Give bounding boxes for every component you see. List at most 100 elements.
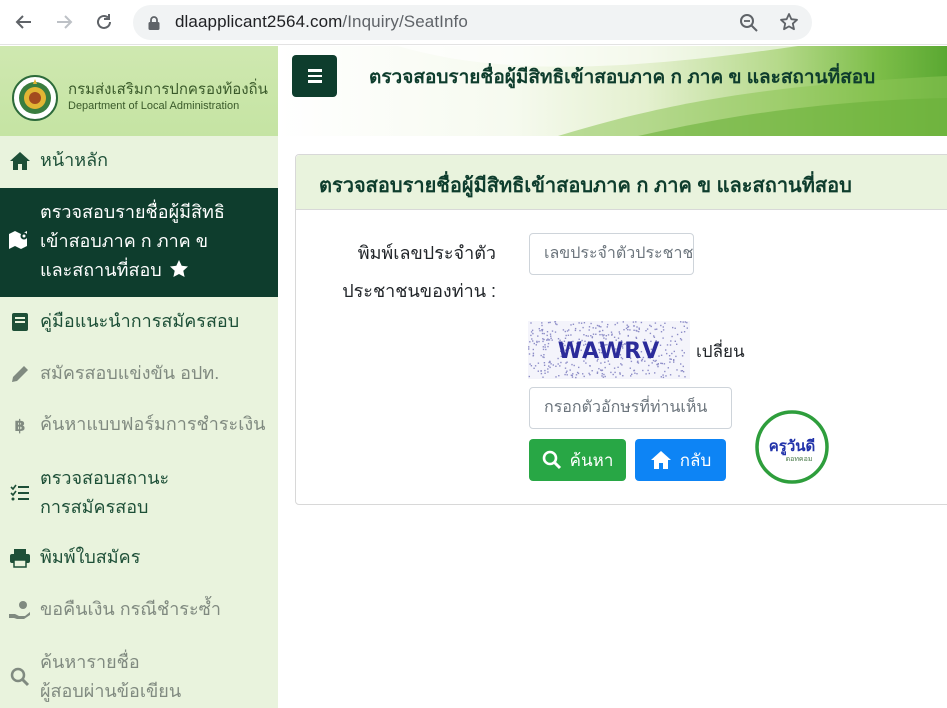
captcha-noise-dot <box>610 331 613 333</box>
browser-toolbar: dlaapplicant2564.com/Inquiry/SeatInfo <box>0 0 947 45</box>
captcha-noise-dot <box>606 326 608 328</box>
menu-toggle-button[interactable] <box>292 55 337 97</box>
captcha-noise-dot <box>547 338 549 340</box>
captcha-noise-dot <box>543 332 545 335</box>
captcha-noise-dot <box>665 349 667 351</box>
search-button[interactable]: ค้นหา <box>529 439 626 481</box>
forward-arrow-icon[interactable] <box>50 8 78 36</box>
captcha-noise-dot <box>601 375 603 377</box>
captcha-noise-dot <box>667 367 669 369</box>
captcha-noise-dot <box>564 373 566 376</box>
captcha-noise-dot <box>532 355 534 357</box>
national-id-input[interactable]: เลขประจำตัวประชาชน <box>529 233 694 275</box>
change-captcha-link[interactable]: เปลี่ยน <box>696 338 745 365</box>
captcha-noise-dot <box>612 373 614 376</box>
card-header: ตรวจสอบรายชื่อผู้มีสิทธิเข้าสอบภาค ก ภาค… <box>296 155 947 210</box>
captcha-noise-dot <box>544 369 546 372</box>
captcha-noise-dot <box>600 326 602 328</box>
captcha-noise-dot <box>618 331 620 333</box>
captcha-noise-dot <box>549 321 551 324</box>
captcha-input[interactable]: กรอกตัวอักษรที่ท่านเห็น <box>529 387 732 429</box>
captcha-noise-dot <box>538 328 540 330</box>
captcha-noise-dot <box>633 369 635 372</box>
captcha-noise-dot <box>535 344 537 346</box>
captcha-noise-dot <box>588 372 590 375</box>
captcha-noise-dot <box>583 375 585 378</box>
captcha-noise-dot <box>601 373 603 375</box>
sidebar-item-refund[interactable]: ขอคืนเงิน กรณีชำระซ้ำ <box>0 595 278 625</box>
captcha-noise-dot <box>626 324 628 326</box>
captcha-noise-dot <box>575 376 577 379</box>
captcha-noise-dot <box>542 356 544 358</box>
captcha-noise-dot <box>660 354 663 356</box>
captcha-noise-dot <box>630 375 632 377</box>
captcha-noise-dot <box>660 331 663 333</box>
captcha-noise-dot <box>530 331 533 333</box>
captcha-noise-dot <box>531 329 534 331</box>
captcha-noise-dot <box>562 329 565 331</box>
captcha-noise-dot <box>615 376 617 378</box>
url-text[interactable]: dlaapplicant2564.com/Inquiry/SeatInfo <box>175 12 468 32</box>
captcha-noise-dot <box>627 326 629 328</box>
captcha-noise-dot <box>554 321 557 323</box>
captcha-noise-dot <box>559 365 561 367</box>
sidebar-item-print[interactable]: พิมพ์ใบสมัคร <box>0 543 278 573</box>
captcha-noise-dot <box>529 363 531 365</box>
address-bar[interactable]: dlaapplicant2564.com/Inquiry/SeatInfo <box>133 5 812 40</box>
captcha-noise-dot <box>575 374 578 376</box>
sidebar-item-search-passed[interactable]: ค้นหารายชื่อ ผู้สอบผ่านข้อเขียน <box>0 647 278 707</box>
search-button-label: ค้นหา <box>569 450 614 470</box>
captcha-noise-dot <box>582 373 584 375</box>
reload-icon[interactable] <box>90 8 118 36</box>
captcha-noise-dot <box>627 335 629 337</box>
captcha-noise-dot <box>588 329 590 331</box>
captcha-noise-dot <box>640 321 643 324</box>
back-arrow-icon[interactable] <box>10 8 38 36</box>
captcha-noise-dot <box>673 359 675 362</box>
sidebar-item-payment-form[interactable]: ฿ ค้นหาแบบฟอร์มการชำระเงิน <box>0 410 278 440</box>
sidebar-item-manual[interactable]: คู่มือแนะนำการสมัครสอบ <box>0 307 278 337</box>
captcha-noise-dot <box>552 364 554 366</box>
id-label: พิมพ์เลขประจำตัว ประชาชนของท่าน : <box>300 238 496 308</box>
captcha-noise-dot <box>555 365 557 367</box>
captcha-noise-dot <box>602 335 604 337</box>
captcha-noise-dot <box>607 334 610 336</box>
captcha-noise-dot <box>666 352 668 355</box>
sidebar-item-seat-info[interactable]: ตรวจสอบรายชื่อผู้มีสิทธิ เข้าสอบภาค ก ภา… <box>0 188 278 297</box>
captcha-noise-dot <box>682 365 684 368</box>
brand-name-en: Department of Local Administration <box>68 100 240 112</box>
captcha-text: WAWRV <box>558 339 661 364</box>
sidebar-item-home[interactable]: หน้าหลัก <box>0 146 278 176</box>
captcha-noise-dot <box>596 324 599 327</box>
captcha-noise-dot <box>587 335 589 337</box>
sidebar-item-label: หน้าหลัก <box>40 150 109 170</box>
captcha-noise-dot <box>682 371 685 373</box>
id-label-line1: พิมพ์เลขประจำตัว <box>357 243 496 263</box>
captcha-noise-dot <box>578 366 580 369</box>
bookmark-star-icon[interactable] <box>779 12 799 36</box>
back-button[interactable]: กลับ <box>635 439 726 481</box>
captcha-noise-dot <box>617 366 619 368</box>
captcha-noise-dot <box>578 322 580 324</box>
captcha-noise-dot <box>572 323 575 325</box>
zoom-icon[interactable] <box>739 13 759 37</box>
captcha-noise-dot <box>629 367 631 369</box>
captcha-noise-dot <box>540 370 542 372</box>
captcha-noise-dot <box>650 325 652 328</box>
captcha-noise-dot <box>680 363 682 365</box>
sidebar-item-apply[interactable]: สมัครสอบแข่งขัน อปท. <box>0 359 278 389</box>
captcha-noise-dot <box>668 355 671 357</box>
brand[interactable]: กรมส่งเสริมการปกครองท้องถิ่น Department … <box>0 46 278 136</box>
lock-icon[interactable] <box>147 15 161 35</box>
captcha-noise-dot <box>532 332 534 335</box>
hamburger-line <box>307 80 322 83</box>
captcha-noise-dot <box>646 328 649 330</box>
captcha-noise-dot <box>678 375 680 377</box>
captcha-noise-dot <box>662 376 665 379</box>
sidebar-item-label-line1: ตรวจสอบรายชื่อผู้มีสิทธิ <box>40 202 225 222</box>
sidebar-item-status[interactable]: ตรวจสอบสถานะ การสมัครสอบ <box>0 463 278 523</box>
captcha-noise-dot <box>660 324 662 327</box>
star-icon <box>169 260 188 277</box>
captcha-noise-dot <box>551 330 554 332</box>
captcha-noise-dot <box>537 335 539 337</box>
